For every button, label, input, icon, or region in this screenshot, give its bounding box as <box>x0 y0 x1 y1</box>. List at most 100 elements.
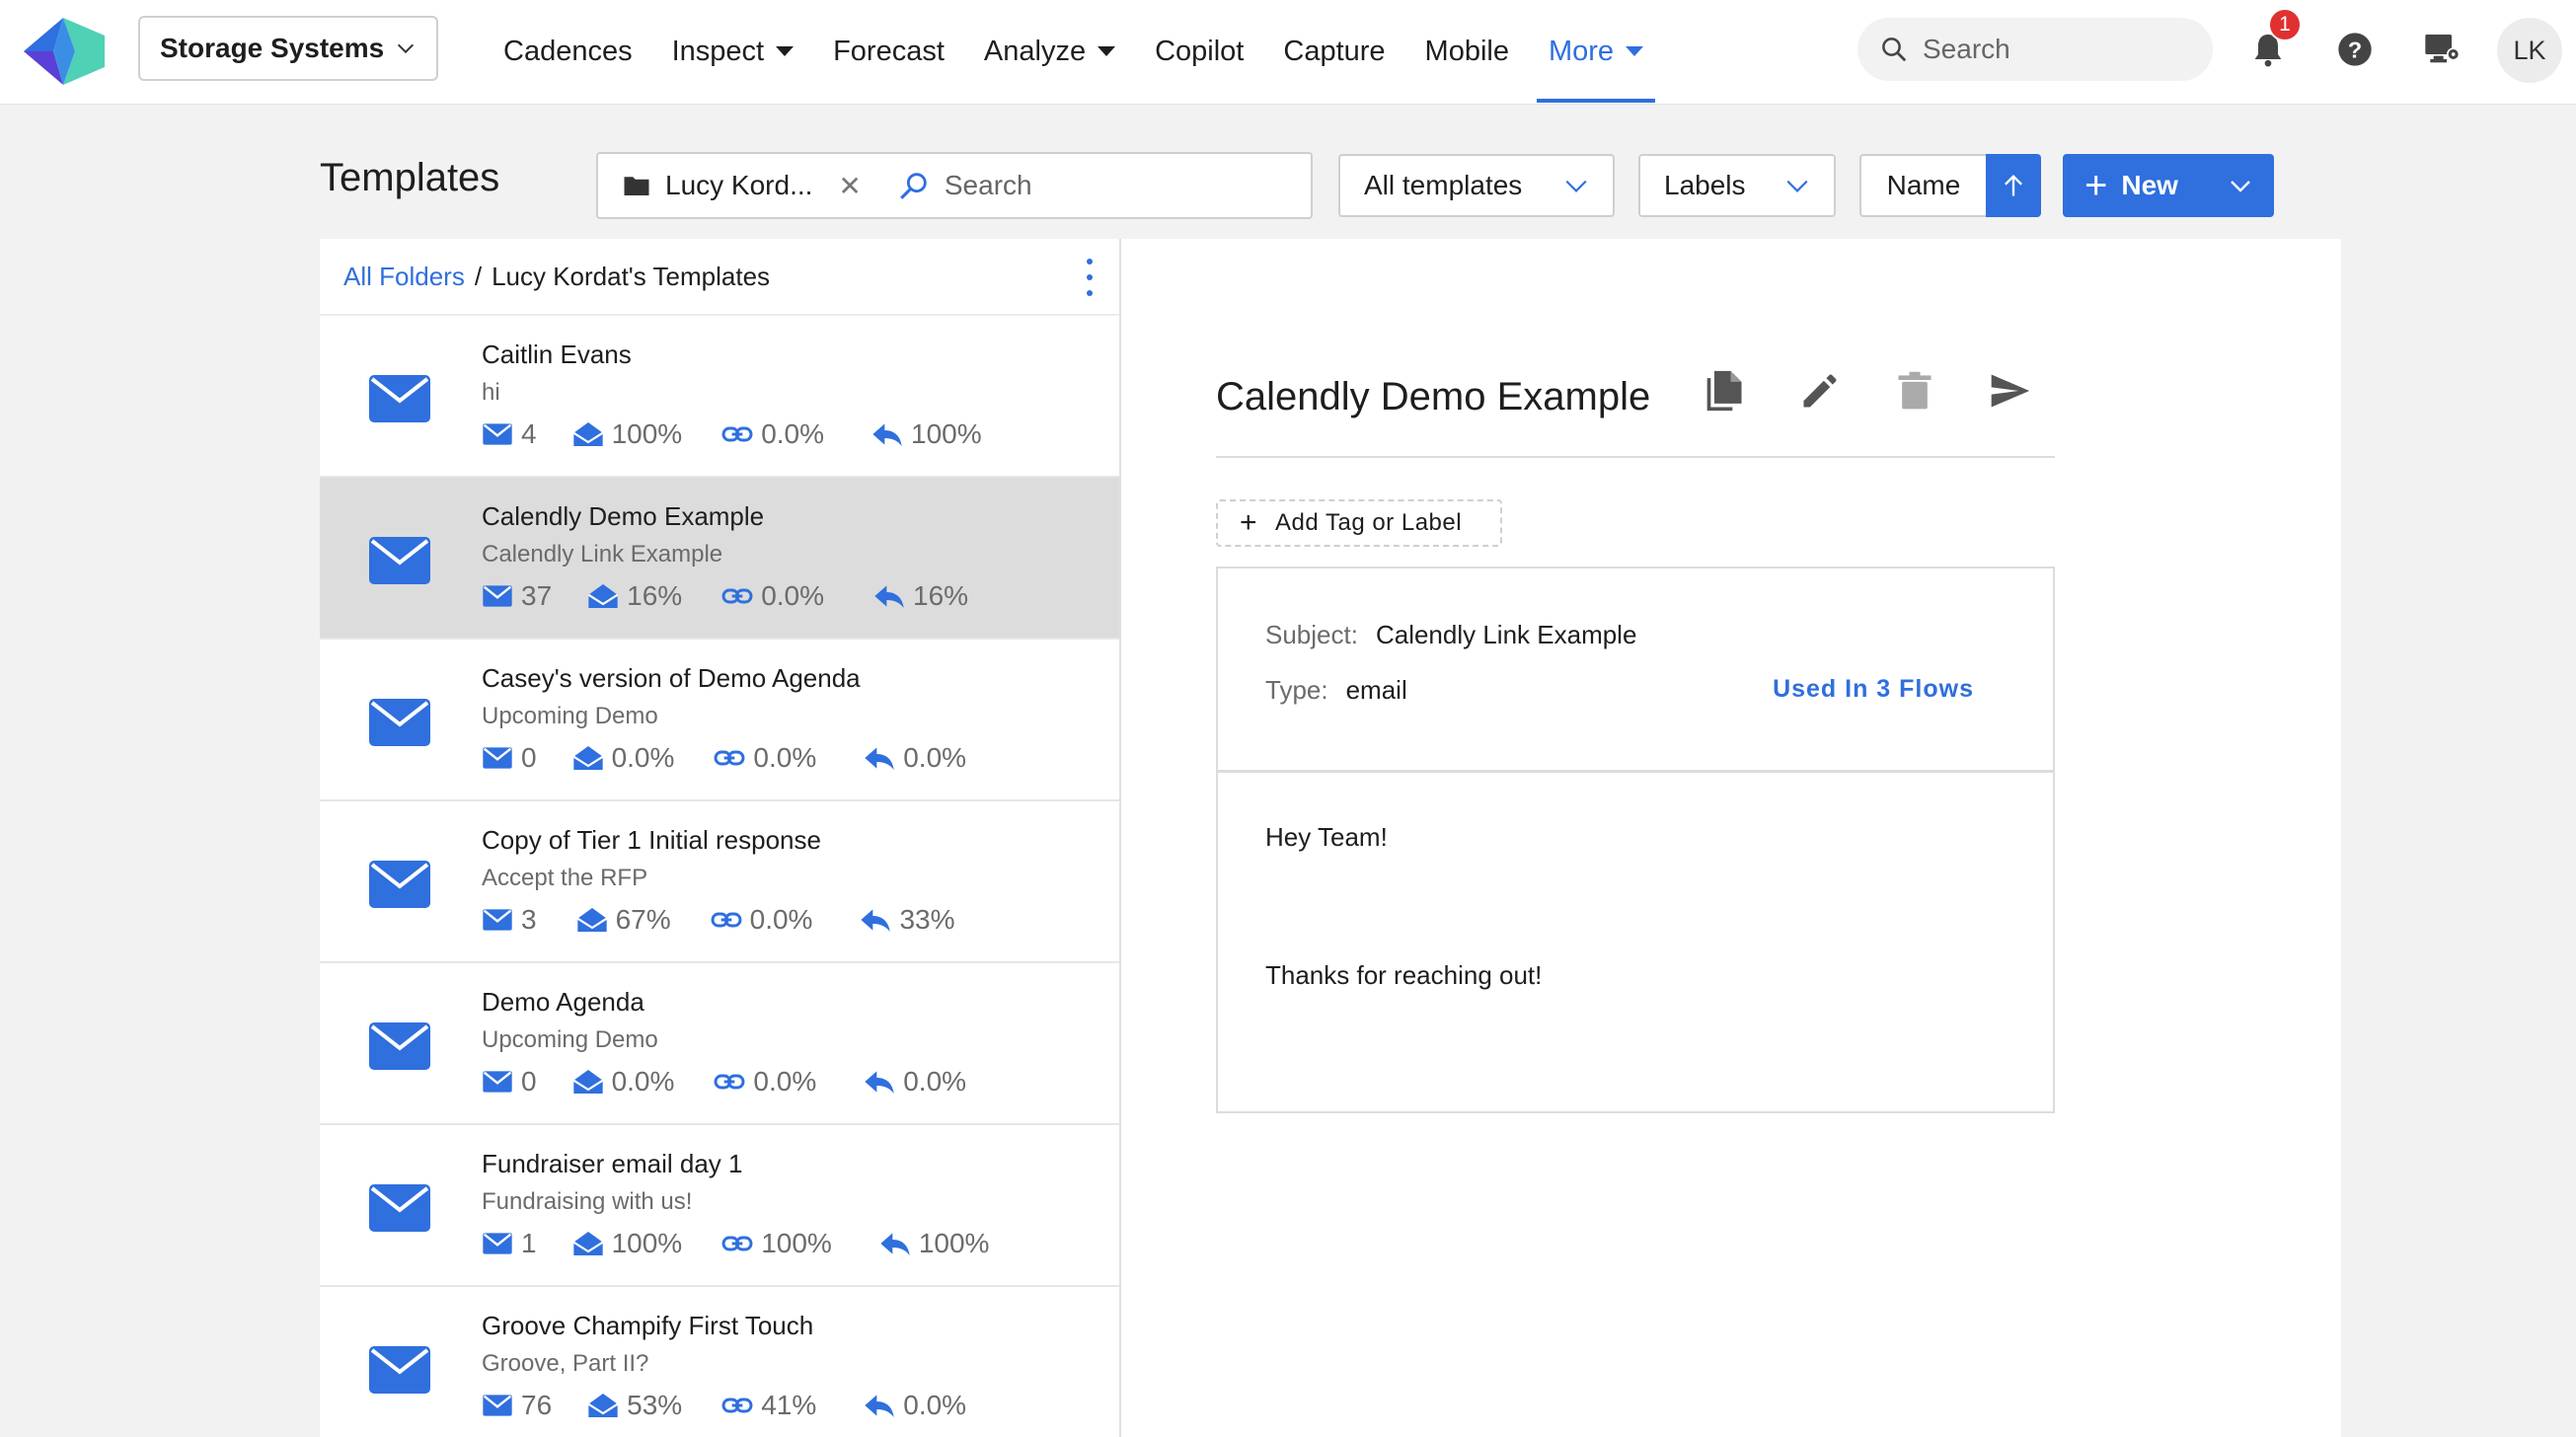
template-list-item[interactable]: Caitlin Evans hi 4 100% 0.0% 100% <box>320 316 1119 478</box>
stat-sent-value: 1 <box>521 1228 537 1258</box>
nav-item-analyze[interactable]: Analyze <box>964 0 1135 103</box>
stat-clicked-value: 0.0% <box>753 1066 817 1097</box>
edit-template-button[interactable] <box>1792 363 1848 418</box>
sort-field-button[interactable]: Name <box>1859 154 1986 217</box>
add-tag-label: Add Tag or Label <box>1275 509 1463 536</box>
reply-icon <box>872 423 902 446</box>
template-stats: 4 100% 0.0% 100% <box>482 418 982 450</box>
template-subject: hi <box>482 379 500 406</box>
org-name: Storage Systems <box>160 33 385 63</box>
stat-opened: 0.0% <box>572 1066 674 1097</box>
stat-replied: 0.0% <box>864 1066 966 1097</box>
template-stats: 37 16% 0.0% 16% <box>482 580 968 612</box>
trash-icon <box>1898 371 1932 410</box>
org-selector[interactable]: Storage Systems <box>138 16 438 81</box>
stat-replied: 100% <box>879 1228 989 1259</box>
sent-mail-icon <box>483 747 512 769</box>
template-name: Caitlin Evans <box>482 340 632 369</box>
template-list-item[interactable]: Fundraiser email day 1 Fundraising with u… <box>320 1125 1119 1287</box>
template-list-item[interactable]: Demo Agenda Upcoming Demo 0 0.0% 0.0% 0.0% <box>320 963 1119 1125</box>
template-subject: Upcoming Demo <box>482 703 658 729</box>
stat-clicked: 0.0% <box>711 904 812 936</box>
opened-mail-icon <box>572 1070 603 1094</box>
folder-menu-icon[interactable] <box>1084 259 1096 296</box>
used-in-flows-link[interactable]: Used In 3 Flows <box>1773 675 1974 704</box>
nav-item-cadences[interactable]: Cadences <box>484 0 652 103</box>
remove-folder-icon[interactable]: ✕ <box>838 170 861 202</box>
nav-item-copilot[interactable]: Copilot <box>1135 0 1263 103</box>
labels-filter-dropdown[interactable]: Labels <box>1638 154 1836 217</box>
stat-replied-value: 16% <box>913 580 969 611</box>
folder-chip[interactable]: Lucy Kord... <box>612 162 822 209</box>
sort-direction-button[interactable] <box>1986 154 2041 217</box>
templates-filter-dropdown[interactable]: All templates <box>1338 154 1615 217</box>
delete-template-button[interactable] <box>1887 363 1942 418</box>
stat-sent-value: 0 <box>521 1066 537 1097</box>
breadcrumb-all-folders[interactable]: All Folders <box>343 262 465 292</box>
stat-replied-value: 33% <box>899 904 955 935</box>
subject-row: Subject: Calendly Link Example <box>1265 620 1636 650</box>
link-icon <box>721 1398 753 1413</box>
template-title: Calendly Demo Example <box>1216 375 1651 418</box>
stat-clicked-value: 41% <box>761 1390 817 1420</box>
main-nav: Cadences Inspect Forecast Analyze Copilot Cap… <box>484 0 1663 103</box>
nav-item-label: Cadences <box>503 35 633 67</box>
copy-template-button[interactable] <box>1698 363 1753 418</box>
template-stats: 0 0.0% 0.0% 0.0% <box>482 742 966 774</box>
stat-sent: 0 <box>482 1066 537 1097</box>
breadcrumb-current-folder: Lucy Kordat's Templates <box>492 261 771 291</box>
folder-icon <box>624 177 649 195</box>
opened-mail-icon <box>572 746 603 770</box>
template-list-item[interactable]: Groove Champify First Touch Groove, Part … <box>320 1287 1119 1437</box>
caret-down-icon <box>1626 46 1644 56</box>
template-stats: 1 100% 100% 100% <box>482 1228 989 1259</box>
opened-mail-icon <box>587 1394 619 1417</box>
user-avatar[interactable]: LK <box>2497 18 2562 83</box>
help-button[interactable]: ? <box>2327 22 2383 77</box>
send-template-button[interactable] <box>1982 363 2037 418</box>
global-search-input[interactable] <box>1923 34 2179 65</box>
template-list-item[interactable]: Calendly Demo Example Calendly Link Examp… <box>320 478 1119 640</box>
nav-item-label: Mobile <box>1424 35 1509 67</box>
app-logo[interactable] <box>20 14 107 89</box>
template-list-item[interactable]: Copy of Tier 1 Initial response Accept th… <box>320 801 1119 963</box>
template-name: Demo Agenda <box>482 987 644 1017</box>
templates-list-panel: All Folders / Lucy Kordat's Templates Ca… <box>320 239 1121 1437</box>
stat-replied: 0.0% <box>864 742 966 774</box>
stat-opened-value: 0.0% <box>611 742 675 773</box>
email-template-icon <box>369 1022 430 1070</box>
template-subject: Fundraising with us! <box>482 1188 693 1215</box>
nav-item-label: More <box>1548 35 1615 67</box>
template-list-item[interactable]: Casey's version of Demo Agenda Upcoming D… <box>320 640 1119 801</box>
settings-button[interactable] <box>2414 22 2469 77</box>
nav-item-forecast[interactable]: Forecast <box>813 0 964 103</box>
template-body: Hey Team! Thanks for reaching out! <box>1216 770 2055 1113</box>
stat-replied: 16% <box>873 580 968 612</box>
stat-sent-value: 0 <box>521 742 537 773</box>
template-stats: 76 53% 41% 0.0% <box>482 1390 966 1421</box>
reply-icon <box>861 909 891 932</box>
stat-clicked: 0.0% <box>721 418 824 450</box>
stat-opened-value: 16% <box>627 580 683 611</box>
notifications-button[interactable]: 1 <box>2240 8 2302 77</box>
nav-item-label: Analyze <box>983 35 1087 67</box>
desktop-settings-icon <box>2425 35 2461 63</box>
nav-item-capture[interactable]: Capture <box>1263 0 1404 103</box>
global-search[interactable] <box>1857 18 2213 81</box>
search-icon <box>1882 38 1907 62</box>
type-row: Type: email <box>1265 675 1407 706</box>
subject-key: Subject: <box>1265 620 1358 649</box>
template-search-input[interactable] <box>944 170 1241 201</box>
new-template-button[interactable]: + New <box>2063 154 2274 217</box>
chevron-down-icon <box>2231 181 2250 192</box>
nav-item-label: Copilot <box>1155 35 1245 67</box>
stat-replied: 100% <box>871 418 982 450</box>
stat-opened-value: 100% <box>611 418 683 449</box>
nav-item-more[interactable]: More <box>1529 0 1663 103</box>
add-tag-button[interactable]: + Add Tag or Label <box>1216 499 1502 547</box>
stat-sent: 37 <box>482 580 552 612</box>
template-filter-box[interactable]: Lucy Kord... ✕ <box>596 152 1313 219</box>
nav-item-inspect[interactable]: Inspect <box>652 0 814 103</box>
top-navigation-bar: Storage Systems Cadences Inspect Forecast A… <box>0 0 2576 105</box>
nav-item-mobile[interactable]: Mobile <box>1405 0 1529 103</box>
